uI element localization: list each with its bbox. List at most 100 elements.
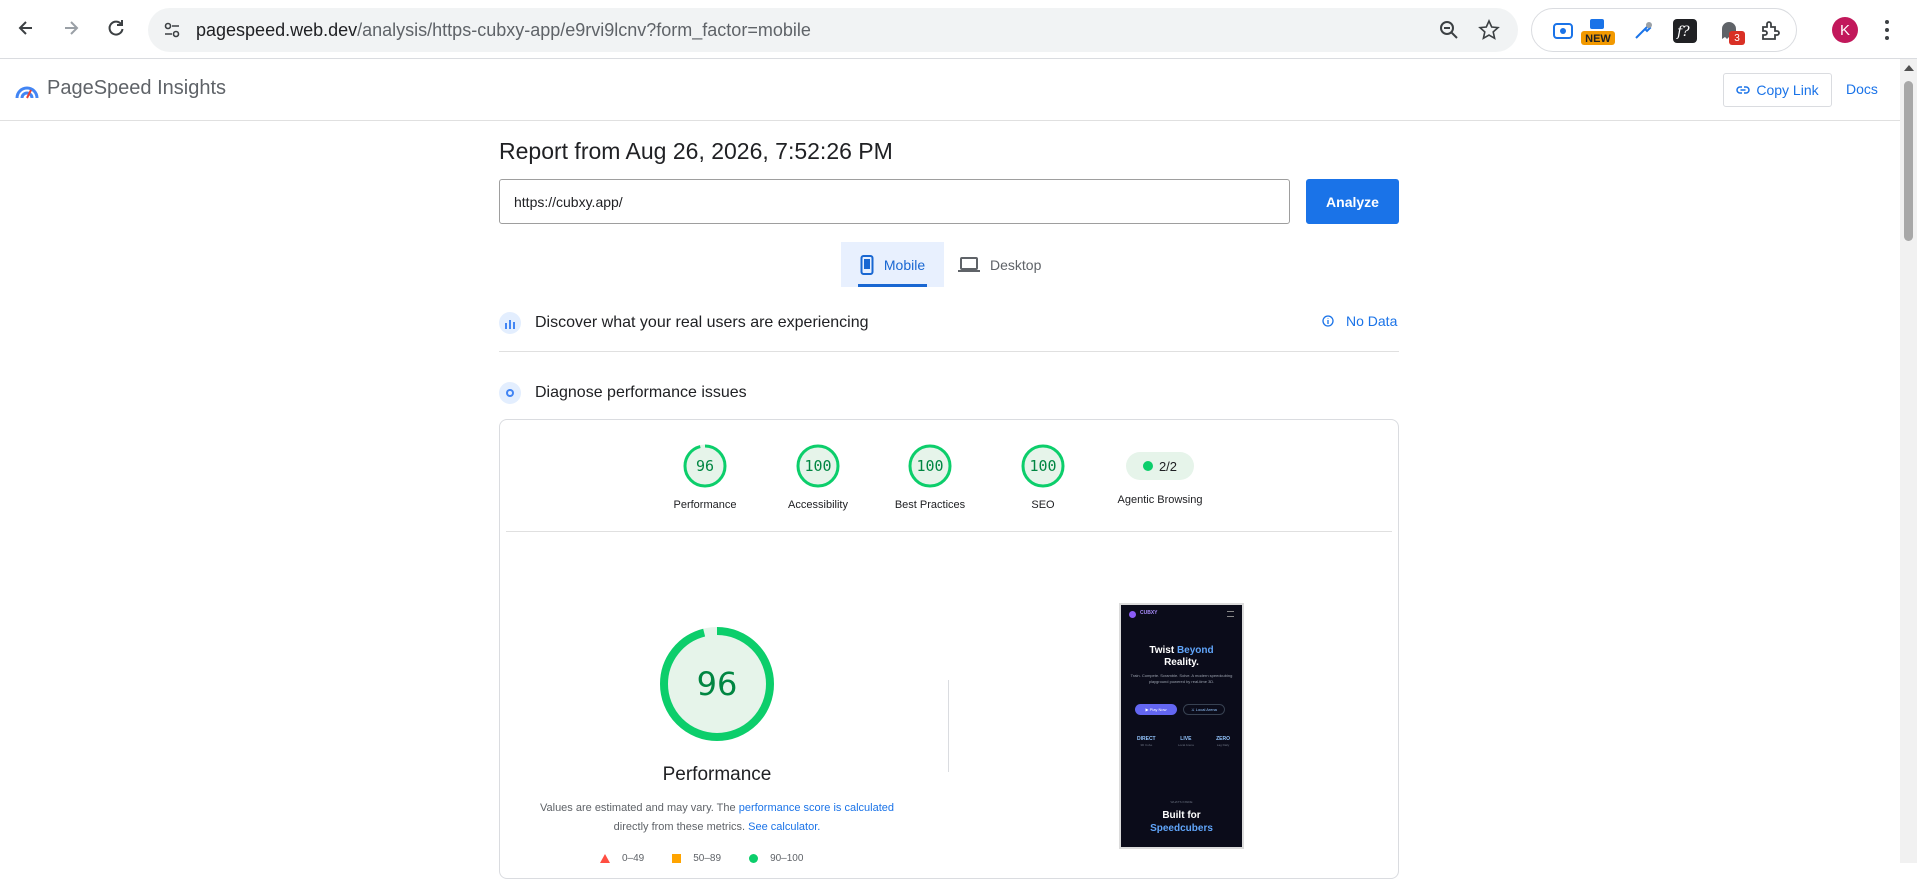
hamburger-menu-icon: [1227, 611, 1234, 617]
link-icon: [1736, 86, 1751, 94]
thumb-heading-highlight: Speedcubers: [1150, 823, 1213, 834]
legend-average: 50–89: [672, 853, 721, 864]
scroll-up-arrow-icon[interactable]: [1904, 65, 1914, 71]
legend-range: 90–100: [770, 853, 804, 864]
pass-circle-icon: [749, 854, 759, 863]
thumb-heading-part: Built for: [1162, 810, 1201, 821]
thumb-headline-part: Reality.: [1164, 657, 1199, 668]
thumb-kicker: WHAT'S INSIDE: [1170, 800, 1193, 804]
ghost-extension-icon[interactable]: 3: [1717, 19, 1745, 45]
scrollbar-thumb[interactable]: [1904, 81, 1913, 241]
bookmark-star-icon[interactable]: [1478, 19, 1500, 41]
performance-note: Values are estimated and may vary. The p…: [530, 799, 904, 837]
forward-arrow-icon[interactable]: [53, 10, 89, 46]
url-text[interactable]: pagespeed.web.dev/analysis/https-cubxy-a…: [196, 20, 811, 41]
back-arrow-icon[interactable]: [8, 10, 44, 46]
agentic-value: 2/2: [1158, 458, 1178, 474]
thumb-headline-highlight: Beyond: [1176, 645, 1214, 656]
score-value: 100: [916, 457, 944, 475]
agentic-label: Agentic Browsing: [1117, 494, 1203, 506]
score-gauge-seo[interactable]: 100 SEO: [1003, 443, 1083, 511]
vertical-divider: [948, 680, 949, 772]
section-divider: [499, 351, 1399, 352]
score-calculated-link[interactable]: performance score is calculated: [739, 802, 894, 814]
analyze-button[interactable]: Analyze: [1306, 179, 1399, 224]
field-data-section: Discover what your real users are experi…: [499, 312, 1399, 334]
copy-link-button[interactable]: Copy Link: [1723, 73, 1832, 107]
tab-mobile-label: Mobile: [883, 256, 926, 273]
report-title: Report from Aug 26, 2026, 7:52:26 PM: [499, 138, 893, 164]
address-bar[interactable]: pagespeed.web.dev/analysis/https-cubxy-a…: [148, 8, 1518, 52]
score-value: 100: [804, 457, 832, 475]
new-extension-icon[interactable]: NEW: [1581, 19, 1615, 45]
docs-link[interactable]: Docs: [1846, 81, 1878, 97]
zoom-icon[interactable]: [1438, 19, 1460, 41]
url-input[interactable]: [499, 179, 1290, 224]
note-text: directly from these metrics.: [613, 821, 749, 833]
no-data-label: No Data: [1346, 313, 1398, 329]
copy-link-label: Copy Link: [1756, 82, 1819, 98]
performance-title: Performance: [662, 764, 772, 785]
thumb-stats: DIRECT 3D Cube LIVE Local Arena ZERO Lag Da…: [1137, 736, 1230, 747]
diagnose-heading: Diagnose performance issues: [535, 384, 747, 401]
profile-avatar[interactable]: K: [1832, 17, 1858, 43]
screen-recorder-extension-icon[interactable]: [1551, 19, 1575, 43]
tab-mobile[interactable]: Mobile: [841, 242, 944, 287]
agentic-pill: 2/2: [1126, 452, 1194, 480]
score-gauge-best-practices[interactable]: 100 Best Practices: [885, 443, 975, 511]
thumb-subtitle: Train. Compete. Scramble. Solve. A moder…: [1130, 673, 1233, 684]
score-legend: 0–49 50–89 90–100: [600, 853, 803, 864]
score-value: 100: [1029, 457, 1057, 475]
thumb-headline-part: Twist: [1149, 645, 1177, 656]
field-data-heading: Discover what your real users are experi…: [535, 314, 869, 331]
lighthouse-report-card: 96 Performance 100 Accessibility 100 Bes…: [499, 419, 1399, 879]
info-icon: [1322, 315, 1334, 327]
tab-desktop-label: Desktop: [990, 256, 1042, 273]
performance-score: 96: [696, 665, 738, 703]
average-square-icon: [672, 854, 682, 863]
browser-menu-icon[interactable]: [1883, 18, 1891, 42]
browser-toolbar: pagespeed.web.dev/analysis/https-cubxy-a…: [0, 0, 1917, 59]
page-screenshot-thumbnail[interactable]: CUBXY Twist Beyond Reality. Train. Compet…: [1119, 603, 1244, 849]
no-data-indicator[interactable]: No Data: [1322, 313, 1397, 329]
lighthouse-icon: [499, 382, 521, 404]
pagespeed-logo-icon[interactable]: [15, 80, 39, 100]
score-label: SEO: [1031, 499, 1055, 511]
thumb-arena-button: ⚔ Local Arena: [1183, 704, 1225, 715]
thumb-section-heading: Built for Speedcubers: [1121, 809, 1242, 835]
smartphone-icon: [860, 254, 874, 275]
brand-title[interactable]: PageSpeed Insights: [47, 77, 226, 100]
color-picker-extension-icon[interactable]: [1631, 19, 1655, 43]
legend-range: 50–89: [693, 853, 722, 864]
laptop-icon: [958, 256, 980, 272]
font-extension-icon[interactable]: f?: [1673, 19, 1697, 43]
extensions-group: NEW f? 3: [1531, 8, 1797, 52]
cubxy-logo-icon: [1129, 611, 1136, 618]
thumb-headline: Twist Beyond Reality.: [1121, 645, 1242, 669]
fail-triangle-icon: [600, 854, 610, 863]
diagnose-section: Diagnose performance issues: [499, 382, 1399, 404]
tab-desktop[interactable]: Desktop: [958, 242, 1048, 287]
extensions-puzzle-icon[interactable]: [1759, 19, 1783, 43]
url-host: pagespeed.web.dev: [196, 20, 358, 40]
score-label: Accessibility: [788, 499, 848, 511]
agentic-browsing-badge[interactable]: 2/2 Agentic Browsing: [1110, 443, 1210, 506]
site-settings-icon[interactable]: [162, 20, 182, 40]
reload-icon[interactable]: [98, 10, 134, 46]
pass-dot-icon: [1142, 461, 1153, 471]
users-chart-icon: [499, 312, 521, 334]
card-divider: [506, 531, 1392, 532]
legend-range: 0–49: [622, 853, 645, 864]
score-gauge-performance[interactable]: 96 Performance: [665, 443, 745, 511]
legend-pass: 90–100: [749, 853, 803, 864]
active-tab-indicator: [858, 284, 927, 287]
page-scrollbar[interactable]: [1900, 59, 1917, 863]
score-gauge-accessibility[interactable]: 100 Accessibility: [778, 443, 858, 511]
notification-count-badge: 3: [1729, 31, 1745, 45]
url-path: /analysis/https-cubxy-app/e9rvi9lcnv?for…: [357, 20, 811, 40]
score-label: Best Practices: [894, 499, 966, 511]
legend-fail: 0–49: [600, 853, 644, 864]
see-calculator-link[interactable]: See calculator.: [748, 821, 820, 833]
thumb-stat: ZERO Lag Daily: [1216, 736, 1230, 747]
svg-text:f?: f?: [1676, 24, 1690, 40]
